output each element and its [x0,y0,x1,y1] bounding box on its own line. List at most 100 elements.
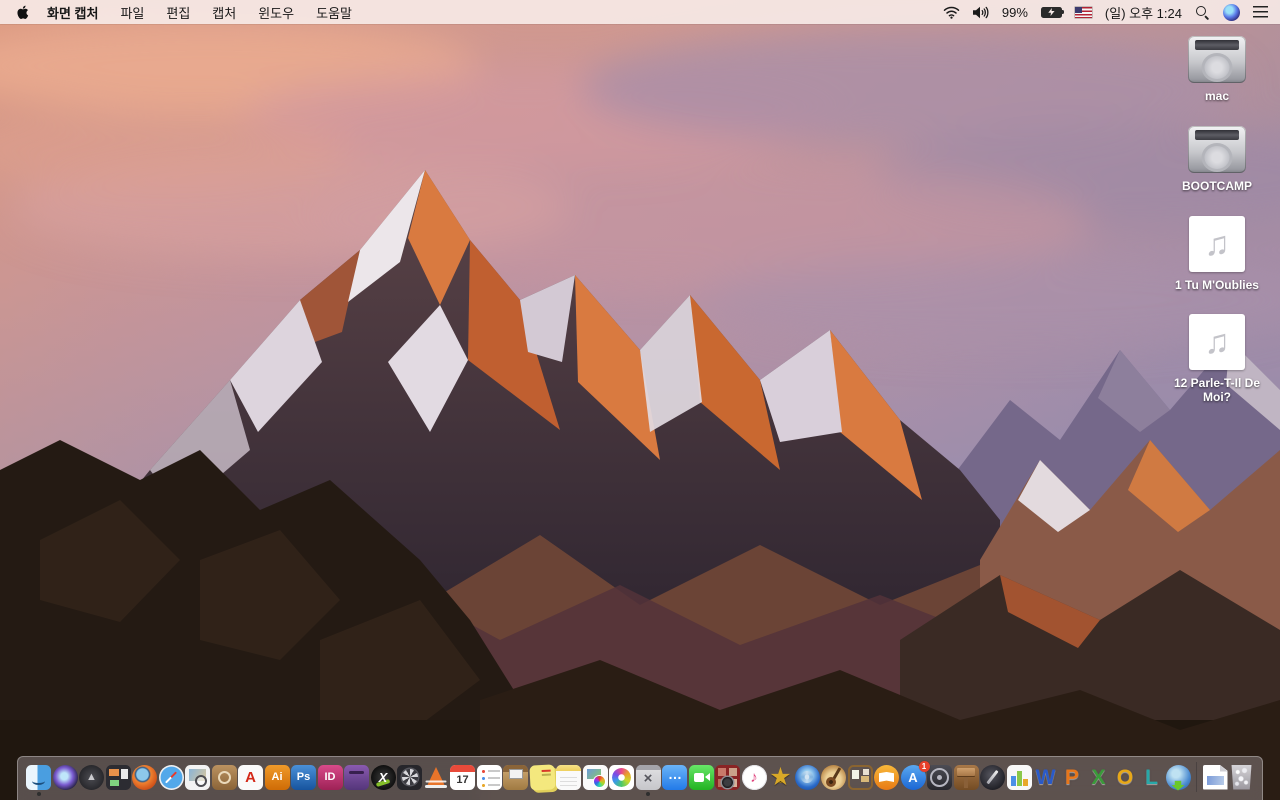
desktop-icon-tu-m-oublies[interactable]: 1 Tu M'Oublies [1175,215,1259,293]
preview-icon[interactable] [185,764,210,790]
pages-classic-icon[interactable] [980,764,1005,790]
running-indicator [646,792,650,796]
imovie-classic-icon[interactable]: ★ [768,762,793,791]
dock-icon-glyph: A [908,769,918,785]
desktop-icons: mac BOOTCAMP 1 Tu M'Oublies 12 Parle-T-Il D… [1162,36,1272,427]
itunes-icon[interactable]: ♪ [741,764,767,790]
menu-bar-clock[interactable]: (일) 오후 1:24 [1105,3,1182,22]
siri-icon[interactable] [1223,3,1240,21]
colorsync-utility-icon[interactable] [582,764,608,790]
ms-powerpoint-icon[interactable]: P [1060,765,1085,790]
vlc-icon[interactable] [424,765,449,790]
dock-icon-glyph: … [668,766,682,782]
media-converter-x-icon[interactable]: X [370,764,396,790]
dock-icon-glyph: W [1035,765,1056,789]
dock-icon-glyph: ▲ [86,770,97,783]
notification-center-icon[interactable] [1253,6,1268,18]
wallpaper [0,0,1280,800]
notes-icon[interactable] [556,764,581,790]
spotlight-search-icon[interactable] [1195,5,1210,20]
toast-titanium-icon[interactable] [344,764,369,790]
ms-excel-icon[interactable]: X [1086,765,1111,790]
dock-icon-glyph: × [643,770,653,787]
keynote-classic-icon[interactable] [953,764,979,790]
acrobat-reader-icon[interactable]: A [238,764,263,790]
dock-icon-glyph: X [378,769,388,785]
film-reel-utility-icon[interactable] [397,764,422,790]
desktop-icon-label: 12 Parle-T-Il De Moi? [1173,376,1261,405]
photos-icon[interactable] [609,764,634,790]
mission-control-icon[interactable] [105,764,131,790]
app-menu-screen-capture[interactable]: 화면 캡처 [47,3,98,22]
app-store-icon[interactable]: A1 [900,760,930,790]
trash-full-icon[interactable] [1231,764,1252,790]
dock-icon-glyph: ★ [769,762,792,791]
contacts-book-icon[interactable] [211,764,237,790]
screen-capture-app-icon[interactable]: × [635,764,661,796]
helm-wheel-utility-icon[interactable] [927,764,952,790]
siri-dock-icon[interactable] [52,764,78,790]
menu-bar: 화면 캡처 파일 편집 캡처 윈도우 도움말 99% (일) 오후 1:24 [0,0,1280,24]
stuffit-expander-icon[interactable] [503,764,528,790]
dock-icon-glyph: X [1091,765,1106,789]
desktop-icon-label: BOOTCAMP [1182,178,1252,193]
reminders-icon[interactable] [476,764,502,790]
hard-drive-icon [1188,125,1246,173]
audio-file-icon [1188,215,1245,272]
dock-divider [1196,762,1197,792]
menu-edit[interactable]: 편집 [166,3,190,22]
ms-word-icon[interactable]: W [1033,765,1058,790]
desktop-icon-label: 1 Tu M'Oublies [1175,277,1259,292]
dock-icon-glyph: A [245,768,256,786]
dvd-media-player-icon[interactable] [794,764,820,790]
stickies-icon[interactable] [528,763,556,791]
numbers-classic-icon[interactable] [1006,764,1032,790]
desktop: 화면 캡처 파일 편집 캡처 윈도우 도움말 99% (일) 오후 1:24 m… [0,0,1280,800]
volume-icon[interactable] [972,6,989,19]
dock-icon-glyph: Ai [271,770,283,783]
messages-icon[interactable]: … [662,764,687,790]
firefox-icon[interactable] [132,764,157,790]
web-downloader-icon[interactable] [1165,764,1191,790]
menu-file[interactable]: 파일 [120,3,144,22]
battery-charging-icon[interactable] [1040,6,1065,18]
ms-lync-icon[interactable]: L [1139,765,1164,790]
notification-badge: 1 [918,760,930,772]
desktop-icon-parle-t-il-de-moi[interactable]: 12 Parle-T-Il De Moi? [1164,314,1270,405]
dock-icon-glyph: ID [324,770,336,783]
hard-drive-icon [1188,36,1246,83]
dock-icon-glyph: 17 [456,773,469,786]
battery-percent-label: 99% [1001,4,1028,20]
dock-icon-glyph: O [1116,765,1134,789]
us-flag-input-icon[interactable] [1074,6,1092,18]
audio-file-icon [1189,314,1245,371]
ibooks-icon[interactable] [874,764,899,790]
apple-menu-icon[interactable] [16,5,29,20]
indesign-icon[interactable]: ID [317,764,343,790]
photo-booth-icon[interactable] [715,764,740,790]
dock-icon-glyph: L [1145,765,1158,789]
document-file-icon[interactable] [1202,764,1228,790]
safari-icon[interactable] [158,764,184,790]
finder-icon[interactable] [26,764,51,796]
menu-capture[interactable]: 캡처 [212,3,236,22]
menu-window[interactable]: 윈도우 [258,3,294,22]
running-indicator [36,792,41,796]
facetime-icon[interactable] [688,764,714,790]
ms-outlook-icon[interactable]: O [1113,765,1138,790]
garageband-icon[interactable] [821,764,846,790]
photoshop-icon[interactable]: Ps [291,764,316,790]
menu-help[interactable]: 도움말 [316,3,352,22]
desktop-icon-bootcamp[interactable]: BOOTCAMP [1182,125,1252,194]
dock-icon-glyph: P [1064,765,1079,789]
calendar-icon[interactable]: 17 [450,764,475,790]
desktop-icon-mac[interactable]: mac [1188,36,1246,104]
dock-icon-glyph: Ps [296,770,311,783]
wifi-icon[interactable] [943,6,960,19]
dock-icon-glyph: ♪ [750,768,758,786]
corkboard-app-icon[interactable] [847,764,873,790]
illustrator-icon[interactable]: Ai [264,764,290,790]
desktop-icon-label: mac [1204,89,1230,103]
dock: ▲ A Ai Ps ID X 17 ×… ♪ ★ A 1 W P X O L [17,756,1263,800]
launchpad-icon[interactable]: ▲ [79,764,104,790]
